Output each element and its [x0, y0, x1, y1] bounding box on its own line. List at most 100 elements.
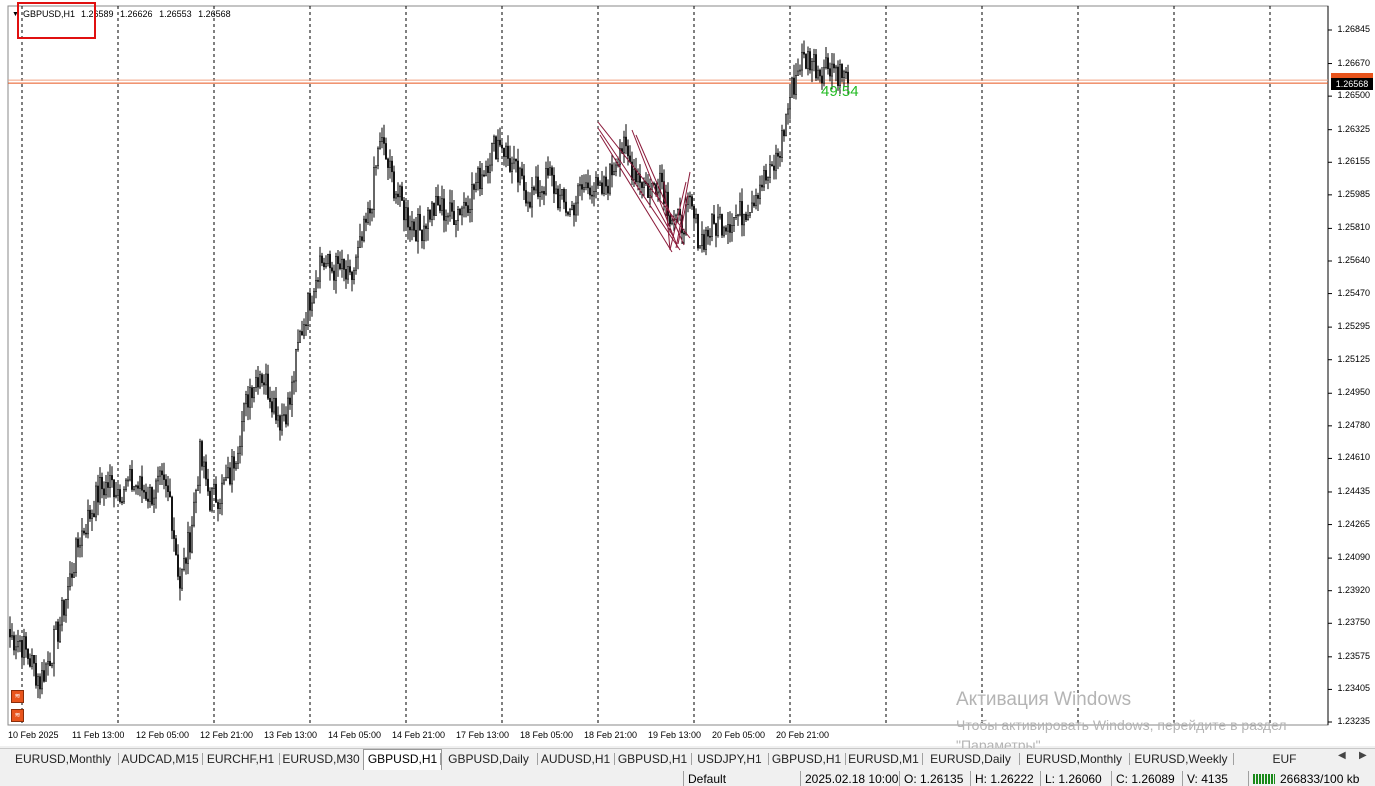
candle [701, 221, 703, 253]
chart-tab[interactable]: EURUSD,M30 [279, 750, 363, 768]
candle [191, 516, 193, 554]
tab-scroll-right-icon[interactable]: ▶ [1359, 750, 1367, 761]
candle [805, 53, 807, 70]
candle [513, 145, 515, 170]
candle [593, 182, 595, 207]
candle [485, 160, 487, 177]
candle [543, 186, 545, 206]
candle [829, 62, 831, 82]
candle [227, 456, 229, 479]
candle [773, 154, 775, 180]
chart-tab[interactable]: EURUSD,Daily [922, 750, 1019, 768]
candle [261, 372, 263, 387]
candle [233, 450, 235, 481]
chart-tab[interactable]: AUDCAD,M15 [118, 750, 202, 768]
candle [73, 562, 75, 578]
candle [213, 478, 215, 493]
candle [99, 467, 101, 505]
candle [479, 160, 481, 197]
candle [505, 142, 507, 168]
candle [225, 464, 227, 482]
chart-tab[interactable]: GBPUSD,H1 [768, 750, 845, 768]
candle [709, 228, 711, 246]
ohlc-high: 1.26626 [120, 9, 153, 19]
chart-window[interactable]: ▼ GBPUSD,H1 1.26589 1.26626 1.26553 1.26… [0, 0, 1375, 753]
price-level-label: 1.25985 [1337, 188, 1370, 199]
chart-tab[interactable]: EURUSD,M1 [845, 750, 922, 768]
candle [257, 365, 259, 395]
candle [561, 189, 563, 200]
candle [535, 166, 537, 194]
chart-tab[interactable]: EURUSD,Monthly [1019, 750, 1129, 768]
chart-tab[interactable]: EURCHF,H1 [202, 750, 279, 768]
candle [521, 161, 523, 180]
price-level-label: 1.24950 [1337, 387, 1370, 398]
tab-scroll-left-icon[interactable]: ◀ [1338, 750, 1346, 761]
calendar-event-icon[interactable]: ≋ [11, 690, 24, 703]
candle [175, 535, 177, 556]
candle [301, 320, 303, 336]
candle [691, 194, 693, 210]
candle [197, 476, 199, 491]
candle [509, 145, 511, 173]
candle [389, 149, 391, 179]
candle [59, 616, 61, 644]
candle [825, 46, 827, 70]
chart-tab[interactable]: GBPUSD,H1 [614, 750, 691, 768]
chart-tab[interactable]: EUF [1233, 750, 1336, 768]
candle [173, 517, 175, 552]
candle [75, 537, 77, 577]
price-level-label: 1.23750 [1337, 617, 1370, 628]
candle [635, 157, 637, 186]
candle [293, 371, 295, 395]
candle [457, 205, 459, 231]
candle [221, 474, 223, 516]
candle [553, 167, 555, 203]
price-level-label: 1.25640 [1337, 254, 1370, 265]
chart-tab[interactable]: EURUSD,Monthly [8, 750, 118, 768]
chart-tab[interactable]: AUDUSD,H1 [537, 750, 614, 768]
candle [697, 213, 699, 251]
chart-tab[interactable]: EURUSD,Weekly [1129, 750, 1233, 768]
candle [465, 197, 467, 218]
candle [817, 65, 819, 81]
candle [195, 488, 197, 514]
status-profile: Default [688, 772, 727, 786]
candle [319, 246, 321, 289]
candle [237, 446, 239, 469]
candle [347, 254, 349, 284]
candle [249, 378, 251, 420]
candle [439, 196, 441, 214]
candle [609, 162, 611, 196]
candle [645, 172, 647, 187]
candle [483, 170, 485, 178]
candle [357, 240, 359, 270]
price-chart[interactable] [0, 0, 1375, 746]
chart-tab[interactable]: GBPUSD,H1 [363, 749, 442, 770]
candle [183, 547, 185, 572]
price-level-label: 1.25125 [1337, 353, 1370, 364]
candle [343, 258, 345, 282]
candle [245, 390, 247, 417]
candle [627, 139, 629, 166]
price-level-label: 1.24610 [1337, 452, 1370, 463]
chart-tab[interactable]: USDJPY,H1 [691, 750, 768, 768]
candle [181, 568, 183, 592]
candle [797, 58, 799, 76]
status-datetime: 2025.02.18 10:00 [805, 772, 899, 786]
candle [491, 142, 493, 172]
candle [481, 163, 483, 196]
candle [503, 147, 505, 166]
candle [19, 635, 21, 653]
candle [263, 374, 265, 395]
candle [721, 213, 723, 238]
price-level-label: 1.26500 [1337, 90, 1370, 101]
candle [723, 225, 725, 238]
candle [527, 191, 529, 213]
chart-tab[interactable]: GBPUSD,Daily [440, 750, 537, 768]
candle [597, 176, 599, 187]
candle [567, 210, 569, 217]
candle [419, 205, 421, 231]
candle [127, 476, 129, 487]
calendar-event-icon[interactable]: ≋ [11, 709, 24, 722]
